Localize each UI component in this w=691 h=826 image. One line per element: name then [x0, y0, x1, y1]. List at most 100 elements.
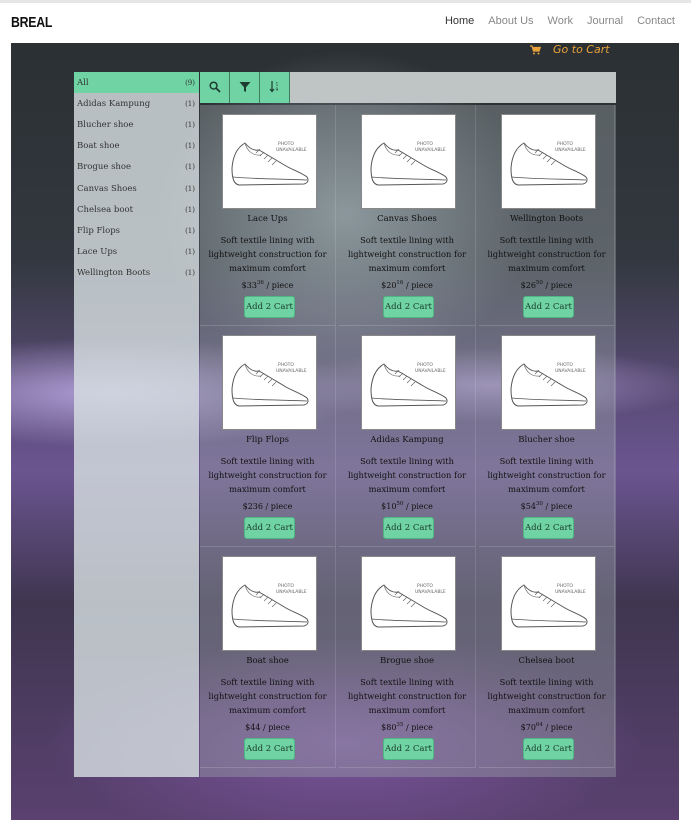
product-description: Soft textile lining with lightweight con… — [208, 456, 327, 494]
price-main: $33 — [241, 281, 257, 290]
photo-unavailable-line2: UNAVAILABLE — [276, 589, 307, 595]
category-count: (1) — [185, 248, 195, 257]
product-name: Adidas Kampung — [370, 435, 444, 445]
product-image[interactable]: PHOTO UNAVAILABLE — [361, 114, 456, 209]
price-unit: / piece — [542, 723, 573, 732]
price-cents: 36 — [256, 280, 264, 286]
price-unit: / piece — [263, 281, 294, 290]
category-label: All — [77, 77, 89, 88]
category-boat-shoe[interactable]: Boat shoe (1) — [74, 136, 199, 157]
product-image[interactable]: PHOTO UNAVAILABLE — [361, 335, 456, 430]
category-label: Wellington Boots — [77, 268, 151, 279]
add-to-cart-button[interactable]: Add 2 Cart — [523, 296, 574, 318]
photo-unavailable-line1: PHOTO — [417, 362, 433, 368]
add-to-cart-button[interactable]: Add 2 Cart — [383, 738, 434, 760]
category-chelsea-boot[interactable]: Chelsea boot (1) — [74, 199, 199, 220]
photo-unavailable-line2: UNAVAILABLE — [276, 147, 307, 153]
search-icon — [208, 78, 221, 97]
price-main: $70 — [520, 723, 536, 732]
photo-unavailable-line2: UNAVAILABLE — [555, 147, 586, 153]
category-all[interactable]: All (9) — [74, 72, 199, 94]
product-card-canvas-shoes: PHOTO UNAVAILABLE Canvas Shoes Soft text… — [339, 105, 476, 326]
price-main: $236 — [242, 502, 263, 511]
category-label: Canvas Shoes — [77, 183, 137, 194]
product-image[interactable]: PHOTO UNAVAILABLE — [222, 335, 317, 430]
product-card-boat-shoe: PHOTO UNAVAILABLE Boat shoe Soft textile… — [200, 547, 336, 768]
category-adidas-kampung[interactable]: Adidas Kampung (1) — [74, 93, 199, 114]
category-flip-flops[interactable]: Flip Flops (1) — [74, 220, 199, 241]
photo-unavailable-line2: UNAVAILABLE — [555, 589, 586, 595]
product-image[interactable]: PHOTO UNAVAILABLE — [501, 114, 596, 209]
add-to-cart-button[interactable]: Add 2 Cart — [523, 738, 574, 760]
add-to-cart-button[interactable]: Add 2 Cart — [523, 517, 574, 539]
photo-unavailable-line1: PHOTO — [278, 583, 294, 589]
category-count: (1) — [185, 163, 195, 172]
product-price: $1050 / piece — [339, 501, 475, 511]
add-to-cart-button[interactable]: Add 2 Cart — [244, 738, 295, 760]
photo-unavailable-line1: PHOTO — [417, 583, 433, 589]
product-card-wellington-boots: PHOTO UNAVAILABLE Wellington Boots Soft … — [479, 105, 615, 326]
shoe-icon: PHOTO UNAVAILABLE — [231, 583, 309, 628]
go-to-cart-label: Go to Cart — [553, 43, 610, 56]
price-main: $10 — [381, 502, 397, 511]
category-blucher-shoe[interactable]: Blucher shoe (1) — [74, 114, 199, 135]
category-brogue-shoe[interactable]: Brogue shoe (1) — [74, 157, 199, 178]
category-canvas-shoes[interactable]: Canvas Shoes (1) — [74, 178, 199, 199]
product-price: $8035 / piece — [339, 722, 475, 732]
category-sidebar: All (9) Adidas Kampung (1) Blucher shoe (1)… — [74, 72, 199, 777]
site-logo[interactable]: BREAL — [11, 14, 52, 31]
category-label: Boat shoe — [77, 141, 120, 152]
svg-text:9: 9 — [275, 87, 278, 93]
search-button[interactable] — [200, 72, 230, 103]
shoe-icon: PHOTO UNAVAILABLE — [231, 362, 309, 407]
product-description: Soft textile lining with lightweight con… — [347, 235, 467, 273]
sort-icon: 19 — [269, 78, 281, 97]
add-to-cart-button[interactable]: Add 2 Cart — [383, 517, 434, 539]
sort-button[interactable]: 19 — [260, 72, 290, 103]
product-card-brogue-shoe: PHOTO UNAVAILABLE Brogue shoe Soft texti… — [339, 547, 476, 768]
photo-unavailable-line1: PHOTO — [557, 583, 573, 589]
product-image[interactable]: PHOTO UNAVAILABLE — [361, 556, 456, 651]
product-name: Wellington Boots — [509, 214, 584, 224]
nav-home[interactable]: Home — [445, 15, 474, 27]
product-name: Boat shoe — [246, 656, 289, 666]
price-main: $44 — [245, 723, 261, 732]
product-price: $3336 / piece — [200, 280, 335, 290]
nav-work[interactable]: Work — [548, 15, 573, 27]
go-to-cart-link[interactable]: Go to Cart — [530, 43, 610, 56]
photo-unavailable-line2: UNAVAILABLE — [276, 368, 307, 374]
category-label: Flip Flops — [77, 225, 121, 236]
nav-contact[interactable]: Contact — [637, 15, 675, 27]
category-label: Adidas Kampung — [77, 98, 151, 109]
product-image[interactable]: PHOTO UNAVAILABLE — [222, 114, 317, 209]
product-image[interactable]: PHOTO UNAVAILABLE — [501, 556, 596, 651]
shoe-icon: PHOTO UNAVAILABLE — [510, 583, 588, 628]
shoe-icon: PHOTO UNAVAILABLE — [510, 362, 588, 407]
category-count: (1) — [185, 205, 195, 214]
product-card-lace-ups: PHOTO UNAVAILABLE Lace Ups Soft textile … — [200, 105, 336, 326]
price-main: $54 — [520, 502, 536, 511]
product-image[interactable]: PHOTO UNAVAILABLE — [222, 556, 317, 651]
product-image[interactable]: PHOTO UNAVAILABLE — [501, 335, 596, 430]
shoe-icon: PHOTO UNAVAILABLE — [231, 141, 309, 186]
product-toolbar: 19 — [200, 72, 616, 103]
shoe-icon: PHOTO UNAVAILABLE — [370, 141, 448, 186]
category-count: (1) — [185, 142, 195, 151]
nav-about-us[interactable]: About Us — [488, 15, 533, 27]
product-card-chelsea-boot: PHOTO UNAVAILABLE Chelsea boot Soft text… — [479, 547, 615, 768]
filter-icon — [239, 78, 251, 97]
category-lace-ups[interactable]: Lace Ups (1) — [74, 242, 199, 263]
photo-unavailable-line1: PHOTO — [278, 141, 294, 147]
category-label: Brogue shoe — [77, 162, 132, 173]
add-to-cart-button[interactable]: Add 2 Cart — [383, 296, 434, 318]
category-wellington-boots[interactable]: Wellington Boots (1) — [74, 263, 199, 284]
photo-unavailable-line1: PHOTO — [278, 362, 294, 368]
add-to-cart-button[interactable]: Add 2 Cart — [244, 517, 295, 539]
category-label: Blucher shoe — [77, 119, 134, 130]
add-to-cart-button[interactable]: Add 2 Cart — [244, 296, 295, 318]
nav-journal[interactable]: Journal — [587, 15, 623, 27]
main-nav: Home About Us Work Journal Contact — [445, 15, 675, 27]
photo-unavailable-line2: UNAVAILABLE — [415, 147, 446, 153]
photo-unavailable-line1: PHOTO — [557, 141, 573, 147]
filter-button[interactable] — [230, 72, 260, 103]
